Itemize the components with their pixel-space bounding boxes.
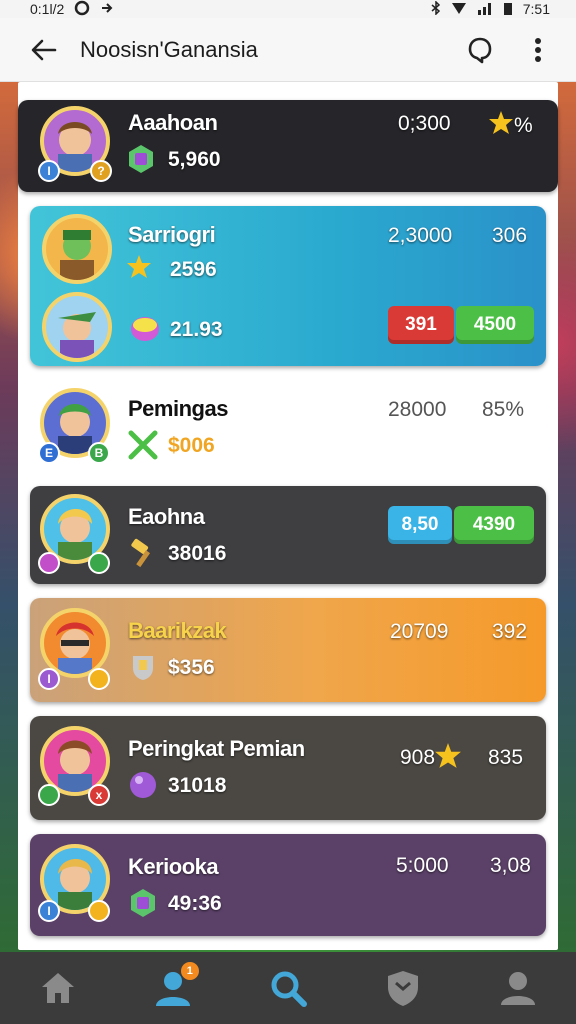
player-name: Pemingas	[128, 396, 228, 421]
level-badge	[88, 552, 110, 574]
more-vertical-icon	[535, 37, 541, 62]
player-name: Eaohna	[128, 504, 205, 529]
armor-icon	[128, 652, 158, 682]
blue-value-button[interactable]: 8,50	[388, 506, 452, 544]
player-percent: 85%	[482, 398, 525, 421]
player-name: Peringkat Pemian	[128, 736, 305, 761]
leaderboard-row[interactable]: I Keriooka 49:36 5:000 3,08	[30, 834, 546, 936]
app-bar: Noosisn'Ganansia	[0, 18, 576, 82]
hammer-icon	[128, 538, 158, 568]
rank-badge: I	[38, 668, 60, 690]
battery-icon	[503, 1, 513, 18]
close-badge: x	[88, 784, 110, 806]
nav-shield[interactable]	[371, 958, 435, 1018]
player-score: 0;300	[398, 112, 451, 135]
search-icon	[271, 971, 307, 1007]
player-avatar	[42, 292, 112, 362]
level-badge	[88, 900, 110, 922]
leaderboard-row[interactable]: Sarriogri 2596 2,3000 306 21.93 391 4500	[30, 206, 546, 366]
crossed-swords-icon	[128, 430, 158, 460]
nav-home[interactable]	[26, 958, 90, 1018]
player-name: Baarikzak	[128, 618, 227, 643]
player-coins: 2596	[170, 258, 217, 281]
player-percent: %	[514, 114, 533, 137]
player-coins: $006	[168, 434, 215, 457]
arrow-icon	[100, 1, 114, 18]
green-value-button[interactable]: 4500	[456, 306, 534, 344]
rank-badge	[38, 784, 60, 806]
battery-text: 7:51	[522, 1, 550, 17]
player-coins: $356	[168, 656, 215, 679]
player-name: Aaahoan	[128, 110, 218, 135]
account-icon	[501, 972, 536, 1005]
status-time: 0:1l/2	[30, 1, 65, 17]
red-value-button[interactable]: 391	[388, 306, 454, 344]
orb-icon	[128, 770, 158, 800]
nav-profile[interactable]: 1	[141, 958, 205, 1018]
back-button[interactable]	[26, 32, 62, 68]
rank-badge: I	[38, 900, 60, 922]
gem-icon	[128, 888, 158, 918]
player-score: 20709	[390, 620, 449, 643]
player-percent: 392	[492, 620, 528, 643]
shield-icon	[388, 971, 419, 1006]
more-options-button[interactable]	[518, 30, 558, 70]
player-name: Sarriogri	[128, 222, 216, 247]
level-badge: ?	[90, 160, 112, 182]
player-name: Keriooka	[128, 854, 219, 879]
player-coins: 38016	[168, 542, 227, 565]
star-icon	[126, 254, 156, 284]
bottom-nav: 1	[0, 952, 576, 1024]
leaderboard-row[interactable]: x Peringkat Pemian 31018 908 835	[30, 716, 546, 820]
leaderboard-row[interactable]: I Baarikzak $356 20709 392	[30, 598, 546, 702]
star-icon	[434, 742, 464, 772]
level-badge	[88, 668, 110, 690]
bluetooth-icon	[431, 0, 441, 18]
player-percent: 3,08	[490, 854, 531, 877]
player-percent: 306	[492, 224, 528, 247]
home-icon	[41, 973, 74, 1003]
player-percent: 835	[488, 746, 524, 769]
player-score: 908	[400, 746, 436, 769]
sync-icon	[74, 0, 90, 19]
player-avatar	[42, 214, 112, 284]
level-badge: B	[88, 442, 110, 464]
player-score: 2,3000	[388, 224, 453, 247]
leaderboard-row[interactable]: E B Pemingas $006 28000 85%	[30, 380, 546, 472]
player-coins: 31018	[168, 774, 227, 797]
arrow-left-icon	[31, 39, 57, 60]
chat-button[interactable]	[460, 30, 500, 70]
gem-icon	[126, 144, 156, 174]
player-secondary-value: 21.93	[170, 318, 223, 341]
nav-account[interactable]	[486, 958, 550, 1018]
player-score: 5:000	[396, 854, 449, 877]
leaderboard-row[interactable]: Eaohna 38016 8,50 4390	[30, 486, 546, 584]
page-title: Noosisn'Ganansia	[80, 36, 258, 62]
rank-badge	[38, 552, 60, 574]
rank-badge: E	[38, 442, 60, 464]
signal-icon	[477, 1, 493, 18]
player-coins: 5,960	[168, 148, 221, 171]
status-bar: 0:1l/2 7:51	[0, 0, 576, 18]
green-value-button[interactable]: 4390	[454, 506, 534, 544]
player-coins: 49:36	[168, 892, 222, 915]
nav-search[interactable]	[256, 958, 320, 1018]
wifi-icon	[451, 1, 467, 18]
leaderboard-row[interactable]: I ? Aaahoan 5,960 0;300 %	[18, 100, 558, 192]
rank-badge: I	[38, 160, 60, 182]
orb-icon	[130, 314, 160, 344]
chat-bubble-icon	[468, 37, 492, 63]
player-score: 28000	[388, 398, 447, 421]
notification-badge: 1	[180, 962, 199, 980]
